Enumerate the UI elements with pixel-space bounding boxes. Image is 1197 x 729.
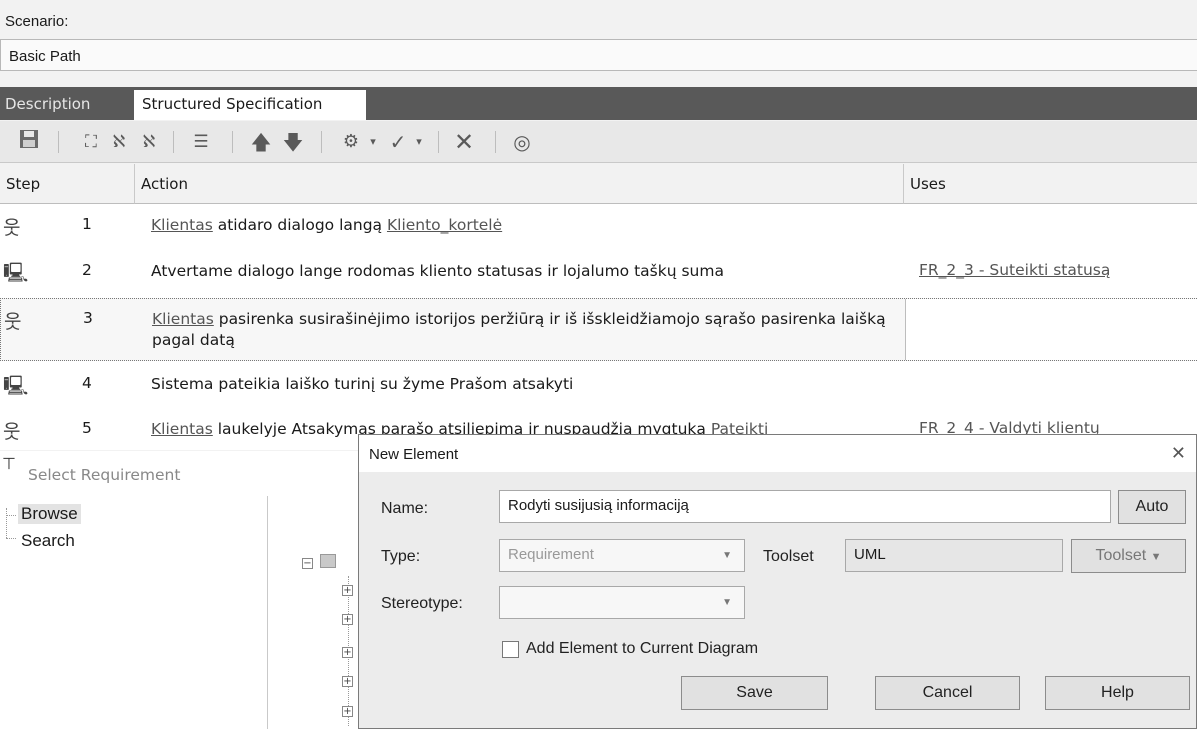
insert-system-step-icon[interactable]: ℵ (138, 129, 160, 155)
move-up-icon[interactable]: 🡅 (250, 129, 272, 155)
chevron-down-icon[interactable]: ▾ (412, 129, 426, 155)
tab-bar: Description Structured Specification (0, 87, 1197, 120)
toolbar-separator (438, 131, 439, 153)
toolset-field[interactable]: UML (845, 539, 1063, 572)
tree-connector (6, 515, 16, 516)
toolbar-separator (321, 131, 322, 153)
name-field[interactable]: Rodyti susijusią informaciją (499, 490, 1111, 523)
expand-icon[interactable]: + (342, 585, 353, 596)
help-button[interactable]: Help (1045, 676, 1190, 710)
toolbar-separator (495, 131, 496, 153)
table-row[interactable]: 웃 1 Klientas atidaro dialogo langą Klien… (0, 205, 1197, 246)
step-number: 2 (82, 261, 92, 279)
toolbar-separator (173, 131, 174, 153)
action-text: atidaro dialogo langą (212, 216, 387, 234)
actor-link[interactable]: Klientas (152, 310, 214, 328)
scenario-label: Scenario: (5, 13, 69, 30)
name-label: Name: (381, 500, 429, 517)
pin-icon[interactable]: ⊤ (2, 454, 16, 473)
help-icon[interactable]: ◎ (510, 129, 534, 155)
table-row[interactable]: 🖳 2 Atvertame dialogo lange rodomas klie… (0, 251, 1197, 292)
uses-link[interactable]: FR_2_3 - Suteikti statusą (919, 261, 1110, 279)
tab-structured-specification[interactable]: Structured Specification (134, 90, 366, 120)
step-number: 3 (83, 309, 93, 327)
delete-icon[interactable]: ✕ (452, 129, 476, 155)
expand-icon[interactable]: + (342, 676, 353, 687)
actor-icon: 웃 (3, 217, 21, 239)
type-value: Requirement (508, 546, 594, 563)
select-requirement-title: Select Requirement (0, 451, 360, 496)
expand-icon[interactable]: + (342, 614, 353, 625)
element-link[interactable]: Kliento_kortelė (387, 216, 502, 234)
dialog-title: New Element (359, 435, 1196, 472)
system-icon: 🖳 (3, 375, 29, 397)
cancel-button[interactable]: Cancel (875, 676, 1020, 710)
toolset-button[interactable]: Toolset ▼ (1071, 539, 1186, 573)
add-to-diagram-label[interactable]: Add Element to Current Diagram (526, 640, 758, 658)
step-number: 5 (82, 419, 92, 437)
indent-icon[interactable]: ☰ (190, 129, 212, 155)
toolset-label: Toolset (763, 548, 814, 565)
save-button[interactable]: Save (681, 676, 828, 710)
stereotype-label: Stereotype: (381, 595, 463, 612)
actor-link[interactable]: Klientas (151, 216, 213, 234)
tree-item-search[interactable]: Search (21, 531, 75, 551)
actor-icon: 웃 (4, 311, 22, 333)
chevron-down-icon: ▼ (722, 550, 732, 561)
step-action[interactable]: Sistema pateikia laiško turinį su žyme P… (151, 374, 896, 395)
package-icon (320, 554, 336, 568)
expand-icon[interactable]: + (342, 706, 353, 717)
step-action[interactable]: Klientas pasirenka susirašinėjimo istori… (152, 309, 892, 351)
requirement-tree: Browse Search (0, 496, 268, 729)
type-select[interactable]: Requirement ▼ (499, 539, 745, 572)
system-icon: 🖳 (3, 262, 29, 284)
insert-step-icon[interactable]: ⛶ (80, 129, 102, 155)
table-row[interactable]: 🖳 4 Sistema pateikia laiško turinį su žy… (0, 364, 1197, 405)
column-header-step[interactable]: Step (0, 164, 135, 204)
validate-icon[interactable]: ✓ (386, 129, 410, 155)
actor-link[interactable]: Klientas (151, 420, 213, 438)
toolset-button-label: Toolset (1095, 547, 1147, 564)
action-text: pasirenka susirašinėjimo istorijos perži… (152, 310, 886, 349)
step-number: 1 (82, 215, 92, 233)
actor-icon: 웃 (3, 421, 21, 443)
chevron-down-icon[interactable]: ▾ (366, 129, 380, 155)
type-label: Type: (381, 548, 421, 565)
auto-button[interactable]: Auto (1118, 490, 1186, 524)
add-to-diagram-checkbox[interactable] (502, 641, 519, 658)
save-icon[interactable] (18, 129, 40, 155)
insert-actor-step-icon[interactable]: ℵ (108, 129, 130, 155)
chevron-down-icon: ▼ (1150, 551, 1162, 563)
new-element-dialog: New Element ✕ Name: Rodyti susijusią inf… (358, 434, 1197, 729)
step-action[interactable]: Atvertame dialogo lange rodomas kliento … (151, 261, 896, 282)
toolbar-separator (232, 131, 233, 153)
step-number: 4 (82, 374, 92, 392)
toolbar-separator (58, 131, 59, 153)
generate-icon[interactable]: ⚙ (340, 129, 362, 155)
uses-cell[interactable] (905, 299, 1197, 360)
table-row-selected[interactable]: 웃 3 Klientas pasirenka susirašinėjimo is… (0, 298, 1197, 361)
toolbar: ⛶ ℵ ℵ ☰ 🡅 🡇 ⚙ ▾ ✓ ▾ ✕ ◎ (0, 121, 1197, 163)
close-icon[interactable]: ✕ (1171, 443, 1186, 464)
chevron-down-icon: ▼ (722, 597, 732, 608)
stereotype-select[interactable]: ▼ (499, 586, 745, 619)
tree-connector (6, 508, 18, 538)
step-action[interactable]: Klientas atidaro dialogo langą Kliento_k… (151, 215, 896, 236)
collapse-icon[interactable]: − (302, 558, 313, 569)
column-header-uses[interactable]: Uses (904, 164, 1197, 204)
scenario-field[interactable]: Basic Path (0, 39, 1197, 71)
expand-icon[interactable]: + (342, 647, 353, 658)
column-header-action[interactable]: Action (135, 164, 904, 204)
tree-connector (6, 538, 16, 539)
tree-item-browse[interactable]: Browse (18, 504, 81, 524)
move-down-icon[interactable]: 🡇 (282, 129, 304, 155)
requirement-browser: − + + + + + (268, 496, 360, 729)
tab-description[interactable]: Description (0, 87, 134, 120)
scenario-steps-grid: Step Action Uses 웃 1 Klientas atidaro di… (0, 164, 1197, 450)
